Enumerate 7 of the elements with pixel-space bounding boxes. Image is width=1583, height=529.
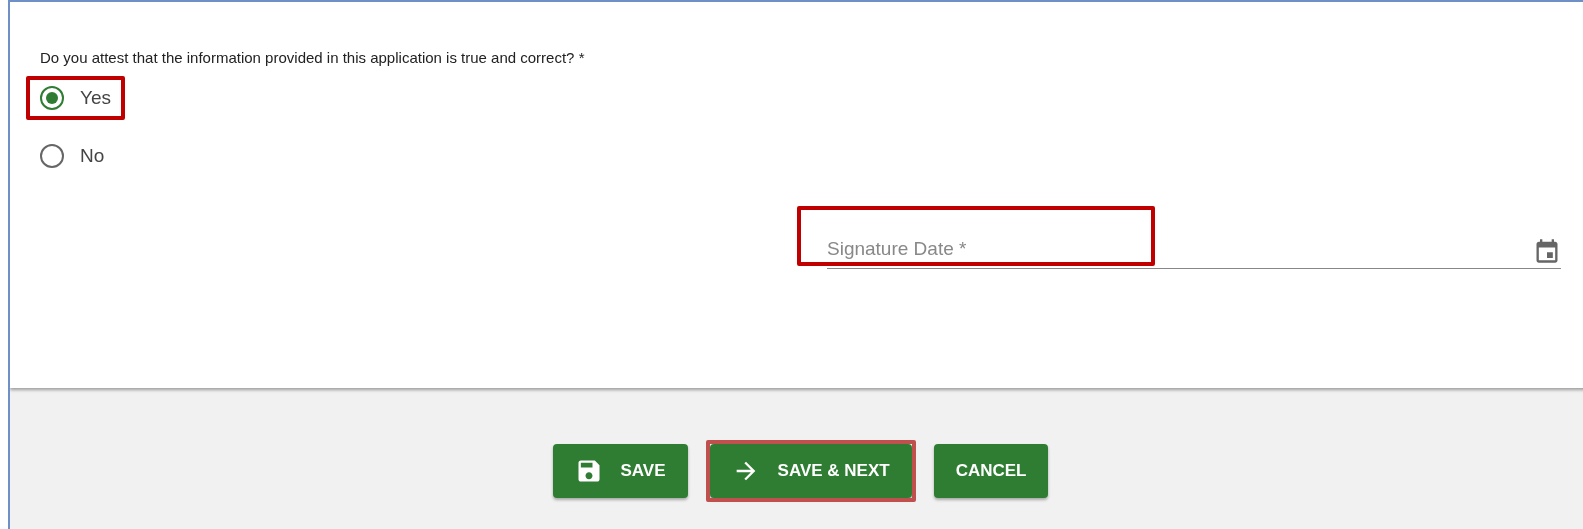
date-field[interactable]: Signature Date * [827,234,1533,268]
action-button[interactable]: CANCEL [933,444,1049,498]
question-text: Do you attest that the information provided in this application is true and correct? * [40,49,586,66]
radio-option[interactable]: No [40,144,105,168]
action-button[interactable]: SAVE [552,444,688,498]
radio-option[interactable]: Yes [40,86,111,110]
action-button[interactable]: SAVE & NEXT [709,444,912,498]
